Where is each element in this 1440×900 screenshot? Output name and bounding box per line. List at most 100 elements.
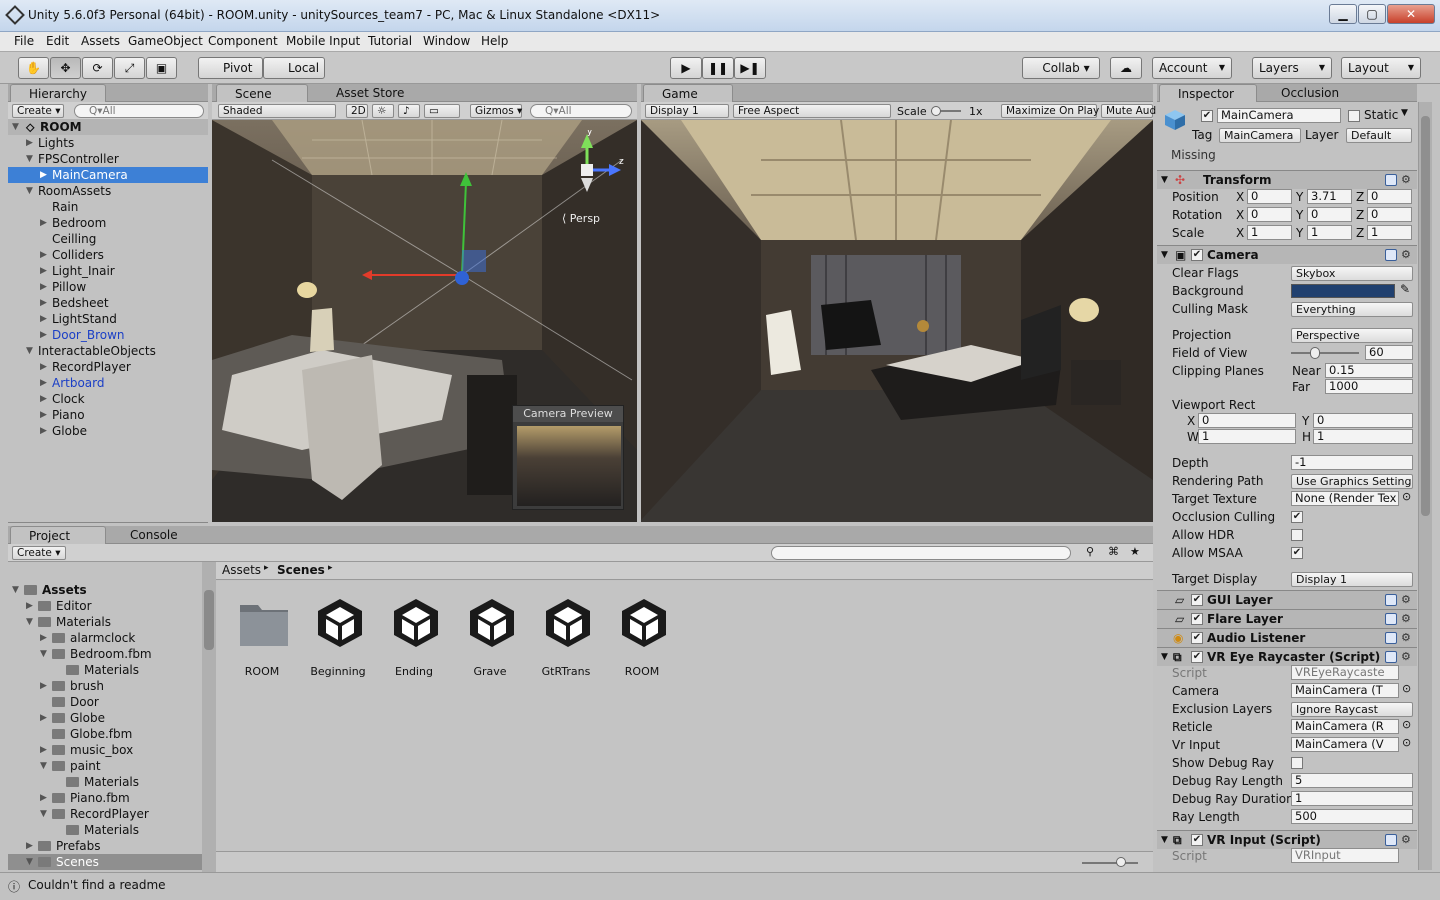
collapse-arrow-icon[interactable]: ▼ [12, 582, 19, 598]
hierarchy-item-maincamera[interactable]: ▶ MainCamera [8, 167, 208, 183]
folder-tree-scrollbar[interactable] [202, 562, 216, 872]
exclusion-layers-dropdown[interactable]: Ignore Raycast [1291, 702, 1413, 717]
vr-eye-camera-field[interactable]: MainCamera (T [1291, 683, 1399, 698]
expand-arrow-icon[interactable]: ▶ [40, 247, 47, 263]
collapse-arrow-icon[interactable]: ▼ [26, 854, 33, 870]
object-picker-icon[interactable]: ⊙ [1402, 682, 1411, 695]
allow-msaa-checkbox[interactable]: ✔ [1291, 547, 1303, 559]
settings-gear-icon[interactable]: ⚙ [1401, 591, 1411, 609]
account-dropdown[interactable]: Account ▼ [1152, 57, 1232, 79]
flare-layer-enabled-checkbox[interactable]: ✔ [1191, 613, 1203, 625]
scale-y-field[interactable]: 1 [1307, 225, 1352, 240]
project-folder-music-box[interactable]: ▶ music_box [8, 742, 202, 758]
asset-unity-beginning[interactable]: Beginning [310, 595, 368, 678]
transform-header[interactable]: ▼ ✣ Transform ⚙ [1157, 170, 1417, 189]
rect-tool-button[interactable]: ▣ [146, 57, 177, 79]
asset-unity-ending[interactable]: Ending [388, 595, 444, 678]
near-field[interactable]: 0.15 [1325, 363, 1413, 378]
reticle-field[interactable]: MainCamera (R [1291, 719, 1399, 734]
target-display-dropdown[interactable]: Display 1 [1291, 572, 1413, 587]
show-debug-ray-checkbox[interactable] [1291, 757, 1303, 769]
object-name-field[interactable]: MainCamera [1217, 108, 1341, 123]
icon-size-slider[interactable] [1082, 862, 1138, 864]
project-folder-door[interactable]: Door [8, 694, 202, 710]
depth-field[interactable]: -1 [1291, 455, 1413, 470]
project-folder-editor[interactable]: ▶ Editor [8, 598, 202, 614]
project-folder-globe-fbm[interactable]: Globe.fbm [8, 726, 202, 742]
hierarchy-create-button[interactable]: Create ▾ [12, 104, 64, 118]
project-folder-bedroom-fbm[interactable]: ▼ Bedroom.fbm [8, 646, 202, 662]
favorites-star-icon[interactable]: ★ [1130, 545, 1140, 558]
hierarchy-item-lights[interactable]: ▶ Lights [8, 135, 208, 151]
layout-dropdown[interactable]: Layout ▼ [1341, 57, 1421, 79]
expand-arrow-icon[interactable]: ▶ [40, 359, 47, 375]
tab-console[interactable]: Console [112, 526, 202, 544]
rendering-path-dropdown[interactable]: Use Graphics Setting [1291, 474, 1413, 489]
inspector-scrollbar[interactable] [1418, 102, 1432, 870]
icon-size-slider-thumb[interactable] [1116, 857, 1126, 867]
expand-arrow-icon[interactable]: ▶ [40, 167, 47, 183]
scale-slider-thumb[interactable] [931, 106, 941, 116]
lighting-toggle[interactable]: ☼ [372, 104, 394, 118]
scene-viewport[interactable]: y z ⟨ Persp Camera Preview [212, 120, 637, 522]
vr-input-field[interactable]: MainCamera (V [1291, 737, 1399, 752]
asset-unity-room[interactable]: ROOM [616, 595, 672, 678]
project-create-button[interactable]: Create ▾ [12, 546, 66, 560]
debug-ray-length-field[interactable]: 5 [1291, 773, 1413, 788]
tab-hierarchy[interactable]: Hierarchy [10, 84, 106, 102]
project-search-input[interactable] [771, 546, 1071, 560]
2d-toggle[interactable]: 2D [346, 104, 368, 118]
shading-mode-dropdown[interactable]: Shaded [218, 104, 336, 118]
game-viewport[interactable] [641, 120, 1153, 522]
hierarchy-item-recordplayer[interactable]: ▶ RecordPlayer [8, 359, 208, 375]
hierarchy-item-bedroom[interactable]: ▶ Bedroom [8, 215, 208, 231]
folder-tree-scrollbar-thumb[interactable] [204, 590, 214, 650]
tab-project[interactable]: Project [10, 526, 106, 544]
help-book-icon[interactable] [1385, 834, 1397, 846]
project-folder-materials[interactable]: Materials [8, 822, 202, 838]
expand-arrow-icon[interactable]: ▶ [40, 215, 47, 231]
menu-file[interactable]: File [14, 34, 34, 48]
gui-layer-enabled-checkbox[interactable]: ✔ [1191, 594, 1203, 606]
static-checkbox[interactable] [1348, 110, 1360, 122]
fov-field[interactable]: 60 [1365, 345, 1413, 360]
viewport-w-field[interactable]: 1 [1198, 429, 1296, 444]
menu-tutorial[interactable]: Tutorial [368, 34, 412, 48]
tab-scene[interactable]: Scene [216, 84, 308, 102]
help-book-icon[interactable] [1385, 613, 1397, 625]
settings-gear-icon[interactable]: ⚙ [1401, 831, 1411, 849]
fov-slider[interactable] [1291, 352, 1359, 354]
camera-enabled-checkbox[interactable]: ✔ [1191, 249, 1203, 261]
target-texture-field[interactable]: None (Render Tex [1291, 491, 1399, 506]
audio-toggle[interactable]: ♪ [398, 104, 420, 118]
allow-hdr-checkbox[interactable] [1291, 529, 1303, 541]
culling-mask-dropdown[interactable]: Everything [1291, 302, 1413, 317]
hierarchy-item-roomassets[interactable]: ▼ RoomAssets [8, 183, 208, 199]
maximize-on-play-toggle[interactable]: Maximize On Play [1001, 104, 1099, 118]
expand-arrow-icon[interactable]: ▶ [26, 598, 33, 614]
menu-component[interactable]: Component [208, 34, 278, 48]
cloud-button[interactable]: ☁ [1110, 57, 1142, 79]
collapse-arrow-icon[interactable]: ▼ [40, 806, 47, 822]
menu-help[interactable]: Help [481, 34, 508, 48]
debug-ray-duration-field[interactable]: 1 [1291, 791, 1413, 806]
eyedropper-icon[interactable]: ✎ [1400, 282, 1410, 296]
static-dropdown-icon[interactable]: ▼ [1401, 108, 1408, 118]
pivot-toggle[interactable]: Pivot [198, 57, 263, 79]
fov-slider-thumb[interactable] [1310, 347, 1321, 359]
menu-gameobject[interactable]: GameObject [128, 34, 203, 48]
inspector-scrollbar-thumb[interactable] [1421, 116, 1430, 516]
expand-arrow-icon[interactable]: ▶ [40, 678, 47, 694]
expand-arrow-icon[interactable]: ▶ [40, 375, 47, 391]
tag-dropdown[interactable]: MainCamera [1219, 128, 1301, 143]
expand-arrow-icon[interactable]: ▶ [40, 327, 47, 343]
collapse-arrow-icon[interactable]: ▼ [40, 758, 47, 774]
expand-arrow-icon[interactable]: ▶ [26, 838, 33, 854]
hierarchy-search-input[interactable]: Q▾All [74, 104, 204, 118]
display-dropdown[interactable]: Display 1 [645, 104, 729, 118]
project-folder-alarmclock[interactable]: ▶ alarmclock [8, 630, 202, 646]
collapse-arrow-icon[interactable]: ▼ [26, 151, 33, 167]
hierarchy-item-pillow[interactable]: ▶ Pillow [8, 279, 208, 295]
projection-label[interactable]: ⟨ Persp [562, 212, 600, 225]
help-book-icon[interactable] [1385, 594, 1397, 606]
